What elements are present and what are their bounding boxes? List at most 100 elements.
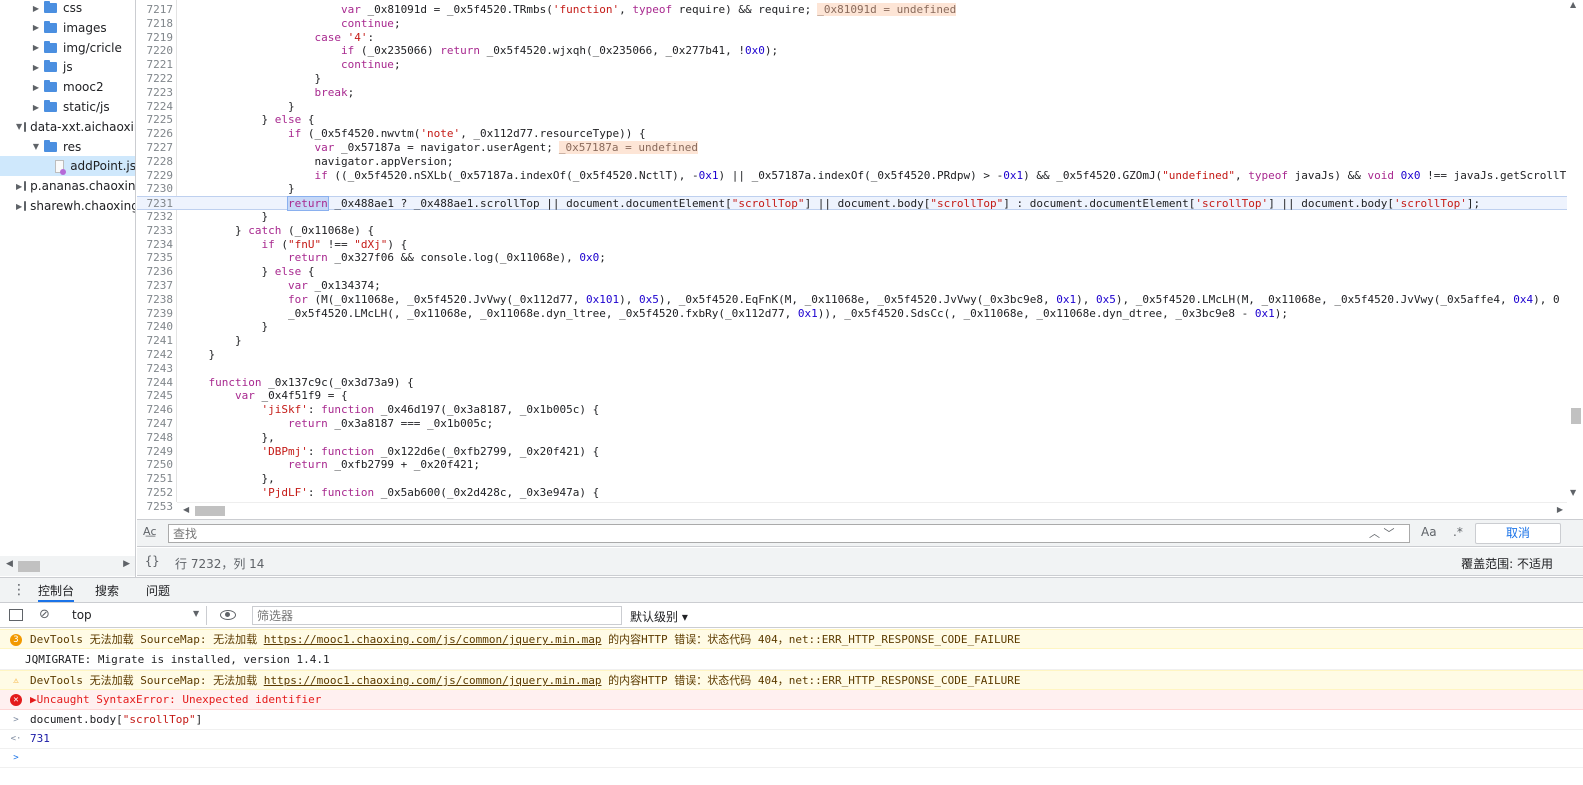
code-text[interactable]: 'jiSkf': function _0x46d197(_0x3a8187, _… <box>182 403 599 417</box>
eye-icon[interactable] <box>220 610 236 620</box>
scroll-left-icon[interactable]: ◀ <box>183 505 189 514</box>
code-text[interactable]: case '4': <box>182 31 374 45</box>
line-number[interactable]: 7225 <box>137 113 174 127</box>
line-number[interactable]: 7249 <box>137 445 174 459</box>
scroll-down-icon[interactable]: ▼ <box>1570 488 1576 497</box>
cancel-button[interactable]: 取消 <box>1475 523 1561 544</box>
code-text[interactable]: return _0x488ae1 ? _0x488ae1.scrollTop |… <box>182 196 1480 212</box>
line-number[interactable]: 7230 <box>137 182 174 196</box>
tree-item[interactable]: ▶ images <box>0 18 135 38</box>
line-number[interactable]: 7253 <box>137 500 174 514</box>
code-line[interactable]: 7248 }, <box>137 431 1583 445</box>
code-line[interactable]: 7245 var _0x4f51f9 = { <box>137 389 1583 403</box>
line-number[interactable]: 7245 <box>137 389 174 403</box>
chevron-right-icon[interactable]: ▶ <box>30 43 42 52</box>
code-editor[interactable]: 7217 var _0x81091d = _0x5f4520.TRmbs('fu… <box>137 0 1583 518</box>
code-text[interactable]: }, <box>182 431 274 445</box>
line-number[interactable]: 7244 <box>137 376 174 390</box>
line-number[interactable]: 7247 <box>137 417 174 431</box>
tab-search[interactable]: 搜索 <box>95 582 119 602</box>
code-text[interactable]: } <box>182 334 242 348</box>
code-line[interactable]: 7238 for (M(_0x11068e, _0x5f4520.JvVwy(_… <box>137 293 1583 307</box>
code-text[interactable]: return _0x3a8187 === _0x1b005c; <box>182 417 493 431</box>
line-number[interactable]: 7242 <box>137 348 174 362</box>
scroll-up-icon[interactable]: ▲ <box>1570 0 1576 9</box>
code-line[interactable]: 7222 } <box>137 72 1583 86</box>
code-line[interactable]: 7246 'jiSkf': function _0x46d197(_0x3a81… <box>137 403 1583 417</box>
code-text[interactable]: return _0x327f06 && console.log(_0x11068… <box>182 251 606 265</box>
line-number[interactable]: 7252 <box>137 486 174 500</box>
scrollbar-thumb[interactable] <box>195 506 225 516</box>
code-text[interactable]: continue; <box>182 58 401 72</box>
tab-issues[interactable]: 问题 <box>146 582 170 602</box>
log-levels-dropdown[interactable]: 默认级别 ▾ <box>630 608 688 625</box>
search-input[interactable] <box>168 524 1410 543</box>
sourcemap-link[interactable]: https://mooc1.chaoxing.com/js/common/jqu… <box>264 633 602 646</box>
code-line[interactable]: 7235 return _0x327f06 && console.log(_0x… <box>137 251 1583 265</box>
code-text[interactable]: } else { <box>182 265 314 279</box>
tree-item[interactable]: ▼ data-xxt.aichaoxing.com <box>0 117 135 137</box>
editor-vertical-scrollbar[interactable]: ▲ ▼ <box>1567 0 1583 502</box>
line-number[interactable]: 7233 <box>137 224 174 238</box>
tree-item[interactable]: ▶ img/cricle <box>0 38 135 58</box>
code-line[interactable]: 7242 } <box>137 348 1583 362</box>
code-line[interactable]: 7239 _0x5f4520.LMcLH(, _0x11068e, _0x110… <box>137 307 1583 321</box>
line-number[interactable]: 7248 <box>137 431 174 445</box>
code-line[interactable]: 7250 return _0xfb2799 + _0x20f421; <box>137 458 1583 472</box>
line-number[interactable]: 7221 <box>137 58 174 72</box>
line-number[interactable]: 7250 <box>137 458 174 472</box>
tree-item[interactable]: ▶ css <box>0 0 135 18</box>
filter-input[interactable] <box>252 606 622 625</box>
tab-console[interactable]: 控制台 <box>38 582 75 602</box>
code-text[interactable]: var _0x57187a = navigator.userAgent; _0x5… <box>182 141 698 155</box>
navigator-horizontal-scrollbar[interactable]: ◀ ▶ <box>0 556 135 576</box>
match-case-button[interactable]: Aa <box>1421 525 1437 539</box>
chevron-right-icon[interactable]: ▶ <box>30 103 42 112</box>
code-line[interactable]: 7220 if (_0x235066) return _0x5f4520.wjx… <box>137 44 1583 58</box>
code-text[interactable]: } <box>182 210 268 224</box>
code-text[interactable]: } <box>182 72 321 86</box>
code-text[interactable]: 'DBPmj': function _0x122d6e(_0xfb2799, _… <box>182 445 599 459</box>
line-number[interactable]: 7219 <box>137 31 174 45</box>
code-text[interactable]: _0x5f4520.LMcLH(, _0x11068e, _0x11068e.d… <box>182 307 1288 321</box>
tree-item[interactable]: ▶ mooc2 <box>0 77 135 97</box>
code-text[interactable]: if ((_0x5f4520.nSXLb(_0x57187a.indexOf(_… <box>182 169 1566 183</box>
code-text[interactable]: var _0x134374; <box>182 279 381 293</box>
line-number[interactable]: 7243 <box>137 362 174 376</box>
line-number[interactable]: 7224 <box>137 100 174 114</box>
code-line[interactable]: 7223 break; <box>137 86 1583 100</box>
code-line[interactable]: 7226 if (_0x5f4520.nwvtm('note', _0x112d… <box>137 127 1583 141</box>
tree-item[interactable]: ▶ p.ananas.chaoxing.com <box>0 176 135 196</box>
line-number[interactable]: 7246 <box>137 403 174 417</box>
code-text[interactable]: } <box>182 100 295 114</box>
chevron-right-icon[interactable]: ▶ <box>30 23 42 32</box>
editor-horizontal-scrollbar[interactable]: ◀ ▶ <box>177 502 1567 518</box>
code-text[interactable]: break; <box>182 86 354 100</box>
tree-item[interactable]: addPoint.js <box>0 156 135 177</box>
line-number[interactable]: 7229 <box>137 169 174 183</box>
code-text[interactable]: }, <box>182 472 274 486</box>
scrollbar-thumb[interactable] <box>18 561 40 572</box>
line-number[interactable]: 7222 <box>137 72 174 86</box>
tree-item[interactable]: ▶ sharewh.chaoxing.com <box>0 196 135 216</box>
line-number[interactable]: 7241 <box>137 334 174 348</box>
chevron-down-icon[interactable]: ▼ <box>30 142 42 151</box>
line-number[interactable]: 7231 <box>137 197 174 211</box>
clear-console-icon[interactable]: ⊘ <box>39 607 50 622</box>
code-line[interactable]: 7217 var _0x81091d = _0x5f4520.TRmbs('fu… <box>137 3 1583 17</box>
code-line[interactable]: 7219 case '4': <box>137 31 1583 45</box>
code-line[interactable]: 7224 } <box>137 100 1583 114</box>
show-sidebar-icon[interactable] <box>9 609 23 621</box>
scroll-right-icon[interactable]: ▶ <box>1557 505 1563 514</box>
code-line[interactable]: 7247 return _0x3a8187 === _0x1b005c; <box>137 417 1583 431</box>
code-text[interactable]: if (_0x235066) return _0x5f4520.wjxqh(_0… <box>182 44 778 58</box>
replace-toggle-icon[interactable]: A͟c <box>143 525 157 538</box>
scroll-right-icon[interactable]: ▶ <box>123 559 130 569</box>
code-line[interactable]: 7229 if ((_0x5f4520.nSXLb(_0x57187a.inde… <box>137 169 1583 183</box>
code-text[interactable]: var _0x81091d = _0x5f4520.TRmbs('functio… <box>182 3 957 17</box>
line-number[interactable]: 7223 <box>137 86 174 100</box>
line-number[interactable]: 7234 <box>137 238 174 252</box>
code-line[interactable]: 7249 'DBPmj': function _0x122d6e(_0xfb27… <box>137 445 1583 459</box>
code-text[interactable]: if (_0x5f4520.nwvtm('note', _0x112d77.re… <box>182 127 646 141</box>
code-text[interactable]: var _0x4f51f9 = { <box>182 389 348 403</box>
